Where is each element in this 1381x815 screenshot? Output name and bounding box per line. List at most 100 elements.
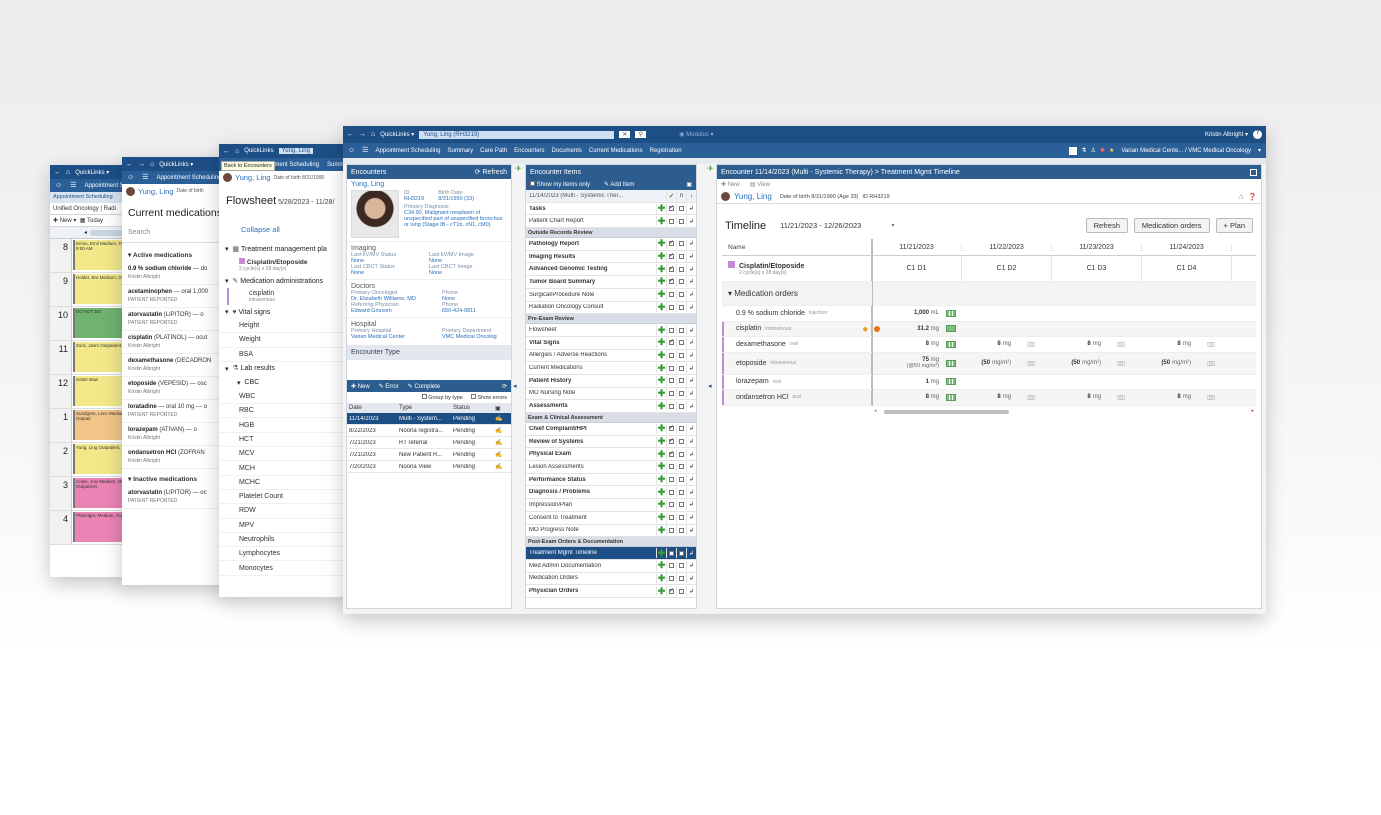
column-header[interactable]: Date: [347, 405, 397, 411]
add-icon[interactable]: ✚: [656, 289, 666, 300]
status-checkbox[interactable]: [666, 487, 676, 498]
refresh-button[interactable]: Refresh: [1085, 218, 1128, 233]
sign-icon[interactable]: ↲: [686, 276, 696, 287]
menu-icon[interactable]: ☰: [362, 147, 368, 154]
new-encounter-button[interactable]: ✚ New: [351, 383, 370, 390]
flask-icon[interactable]: ⚗: [1081, 147, 1086, 154]
sign-icon[interactable]: ↲: [686, 461, 696, 472]
med-item[interactable]: 0.9 % sodium chloride — do Kristin Albrig…: [122, 262, 232, 285]
encounter-item[interactable]: Review of Systems ✚ ↲: [526, 436, 696, 449]
flowsheet-row[interactable]: Neutrophils: [219, 533, 349, 548]
show-errors-checkbox[interactable]: Show errors: [470, 394, 507, 401]
dose-boxes-icon[interactable]: ▯▯▯: [1117, 360, 1125, 367]
admin-bar-icon[interactable]: [946, 325, 956, 333]
column-header[interactable]: Status: [451, 405, 495, 411]
dose-boxes-icon[interactable]: ▯▯▯: [1207, 360, 1215, 367]
complete-button[interactable]: ✎ Complete: [408, 383, 440, 390]
flowsheet-row[interactable]: BSA: [219, 348, 349, 362]
back-arrow-icon[interactable]: ←: [54, 169, 61, 176]
print-icon[interactable]: ▣: [686, 181, 692, 188]
status-checkbox[interactable]: [666, 325, 676, 336]
encounter-item[interactable]: Pathology Report ✚ ↲: [526, 238, 696, 251]
clear-icon[interactable]: ✕: [619, 131, 631, 138]
w1-subtab-scheduling[interactable]: Appointment Scheduling: [53, 194, 113, 200]
sign-icon[interactable]: ✍: [495, 427, 505, 434]
review-checkbox[interactable]: [676, 548, 686, 559]
dose-boxes-icon[interactable]: ▯▯▯: [1117, 341, 1125, 348]
back-arrow-icon[interactable]: ←: [126, 161, 133, 168]
sign-icon[interactable]: ↲: [686, 401, 696, 412]
med-item[interactable]: loratadine — oral 10 mg — o PATIENT REPOR…: [122, 400, 232, 423]
sign-icon[interactable]: ↲: [686, 302, 696, 313]
forward-arrow-icon[interactable]: →: [138, 161, 145, 168]
status-checkbox[interactable]: [666, 449, 676, 460]
w1-new-button[interactable]: ✚ New ▾: [53, 217, 76, 224]
add-icon[interactable]: ✚: [656, 436, 666, 447]
labs-section[interactable]: ▾ ⚗ Lab results: [219, 362, 349, 376]
review-checkbox[interactable]: [676, 499, 686, 510]
med-item[interactable]: cisplatin (PLATINOL) — ocut Kristin Albri…: [122, 331, 232, 354]
forward-arrow-icon[interactable]: →: [359, 131, 366, 138]
status-dot-icon[interactable]: [874, 325, 880, 332]
status-checkbox[interactable]: [666, 388, 676, 399]
cycle-cell[interactable]: C1 D3: [1052, 256, 1142, 281]
encounter-item[interactable]: Chief Complaint/HPI ✚ ↲: [526, 423, 696, 436]
encounter-item[interactable]: MO Progress Note ✚ ↲: [526, 525, 696, 538]
med-item[interactable]: dexamethasone (DECADRON Kristin Albright: [122, 354, 232, 377]
medication-row[interactable]: 0.9 % sodium chloride injection 1,000 mL: [722, 306, 1256, 322]
collapse-all-link[interactable]: Collapse all: [219, 217, 349, 242]
encounter-item[interactable]: Allergies / Adverse Reactions ✚ ↲: [526, 350, 696, 363]
med-item[interactable]: acetaminophen — oral 1,000 PATIENT REPORT…: [122, 285, 232, 308]
review-checkbox[interactable]: [676, 216, 686, 227]
dose-boxes-icon[interactable]: ▯▯▯: [1027, 341, 1035, 348]
sign-icon[interactable]: ↲: [686, 216, 696, 227]
date-range[interactable]: 5/28/2023 - 11/28/: [278, 199, 334, 206]
status-checkbox[interactable]: [666, 251, 676, 262]
review-checkbox[interactable]: [676, 388, 686, 399]
add-icon[interactable]: ✚: [656, 264, 666, 275]
review-checkbox[interactable]: [676, 375, 686, 386]
home-icon[interactable]: ⌂: [66, 169, 70, 176]
encounter-item[interactable]: Performance Status ✚ ↲: [526, 474, 696, 487]
encounter-item[interactable]: Radiation Oncology Consult ✚ ↲: [526, 302, 696, 315]
add-icon[interactable]: ✚: [656, 449, 666, 460]
encounter-item[interactable]: Patient History ✚ ↲: [526, 375, 696, 388]
encounter-item[interactable]: Vital Signs ✚ ↲: [526, 337, 696, 350]
status-checkbox[interactable]: [666, 363, 676, 374]
sign-icon[interactable]: ↲: [686, 573, 696, 584]
add-icon[interactable]: ✚: [656, 388, 666, 399]
cisplatin-row[interactable]: cisplatin intravenous: [227, 288, 349, 305]
regimen-row[interactable]: Cisplatin/Etoposide 2 cycle(s) x 28 day(…: [219, 256, 349, 274]
table-row[interactable]: 8/22/2023 Noona registra... Pending ✍: [347, 425, 511, 437]
encounter-item[interactable]: Consent to Treatment ✚ ↲: [526, 512, 696, 525]
dose-boxes-icon[interactable]: ▯▯▯: [1207, 341, 1215, 348]
add-icon[interactable]: ✚: [656, 325, 666, 336]
nav-item[interactable]: Registration: [650, 148, 682, 154]
timeline-range[interactable]: 11/21/2023 - 12/26/2023: [780, 221, 861, 230]
status-checkbox[interactable]: [666, 525, 676, 536]
med-item[interactable]: ondansetron HCl (ZOFRAN Kristin Albright: [122, 446, 232, 469]
review-checkbox[interactable]: [676, 325, 686, 336]
status-checkbox[interactable]: [666, 423, 676, 434]
appointment[interactable]: Emos, Emil Medium, Fr - 9:00 AM: [73, 240, 129, 270]
sign-icon[interactable]: ↲: [686, 350, 696, 361]
encounter-item[interactable]: Lesion Assessments ✚ ↲: [526, 461, 696, 474]
encounter-item[interactable]: Imaging Results ✚ ↲: [526, 251, 696, 264]
encounter-item[interactable]: Tasks ✚ ↲: [526, 203, 696, 216]
status-checkbox[interactable]: [666, 461, 676, 472]
cbc-section[interactable]: ▾ CBC: [219, 376, 349, 390]
med-item[interactable]: atorvastatin (LIPITOR) — o PATIENT REPORT…: [122, 308, 232, 331]
review-checkbox[interactable]: [676, 337, 686, 348]
review-checkbox[interactable]: [676, 560, 686, 571]
review-checkbox[interactable]: [676, 238, 686, 249]
patient-name[interactable]: Yung, Ling: [734, 192, 772, 201]
sign-icon[interactable]: ↲: [686, 325, 696, 336]
modulus-tag[interactable]: ◉ Modulus ▾: [679, 131, 713, 138]
review-checkbox[interactable]: [676, 251, 686, 262]
sign-icon[interactable]: ↲: [686, 423, 696, 434]
sign-icon[interactable]: ↲: [686, 388, 696, 399]
flowsheet-row[interactable]: Monocytes: [219, 561, 349, 576]
admin-bar-icon[interactable]: [946, 378, 956, 386]
search-input[interactable]: Search: [122, 223, 232, 243]
med-item[interactable]: lorazepam (ATIVAN) — o Kristin Albright: [122, 423, 232, 446]
